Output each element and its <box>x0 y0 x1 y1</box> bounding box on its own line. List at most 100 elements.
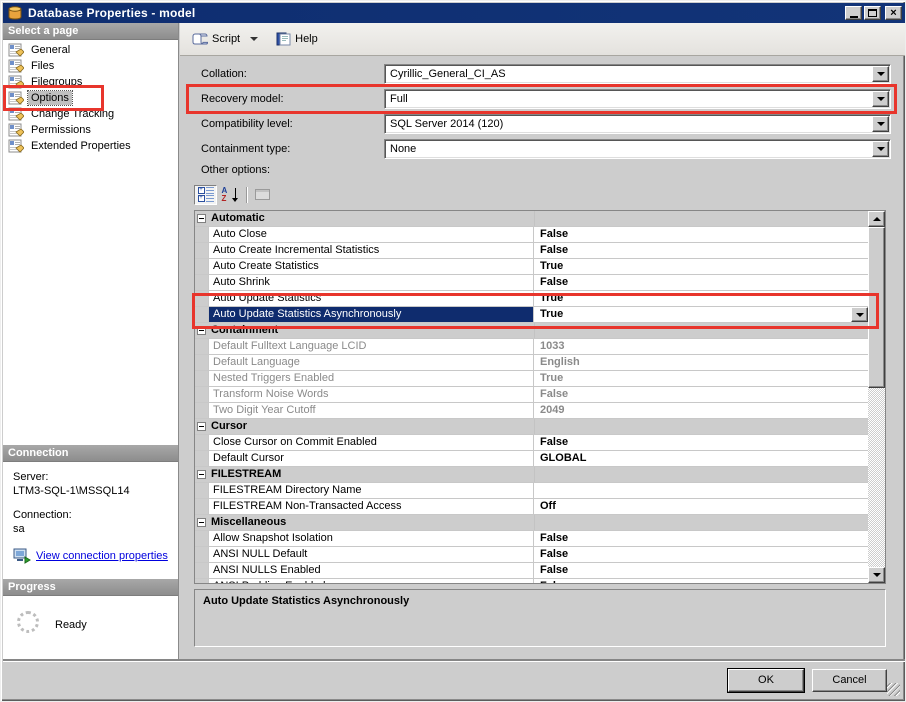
title-bar: Database Properties - model × <box>3 3 905 23</box>
close-button[interactable]: × <box>885 6 902 20</box>
grid-category-cursor[interactable]: Cursor <box>195 419 868 435</box>
property-value: False <box>540 276 569 288</box>
connection-value: sa <box>13 523 25 535</box>
cancel-button[interactable]: Cancel <box>812 669 887 692</box>
row-gutter <box>195 451 209 466</box>
sidebar-item-change-tracking[interactable]: Change Tracking <box>3 106 178 122</box>
property-label: Auto Update Statistics <box>209 291 534 306</box>
collapse-icon[interactable] <box>197 470 206 479</box>
grid-row-auto-create-incremental-statistics[interactable]: Auto Create Incremental Statistics False <box>195 243 868 259</box>
collapse-icon[interactable] <box>197 214 206 223</box>
row-gutter <box>195 275 209 290</box>
grid-row-transform-noise-words[interactable]: Transform Noise Words False <box>195 387 868 403</box>
database-icon <box>8 6 22 20</box>
grid-row-auto-update-statistics-asynchronously[interactable]: Auto Update Statistics Asynchronously Tru… <box>195 307 868 323</box>
maximize-button[interactable] <box>864 6 881 20</box>
row-gutter <box>195 483 209 498</box>
sidebar-item-permissions[interactable]: Permissions <box>3 122 178 138</box>
grid-category-filestream[interactable]: FILESTREAM <box>195 467 868 483</box>
value-dropdown-button[interactable] <box>851 307 868 322</box>
grid-row-filestream-directory-name[interactable]: FILESTREAM Directory Name <box>195 483 868 499</box>
page-icon <box>8 123 25 137</box>
sidebar-item-options[interactable]: Options <box>3 90 178 106</box>
collapse-icon[interactable] <box>197 326 206 335</box>
page-icon <box>8 43 25 57</box>
sidebar-item-label: Extended Properties <box>31 140 131 152</box>
sidebar-item-extended-properties[interactable]: Extended Properties <box>3 138 178 154</box>
property-grid-toolbar: + + A Z <box>194 184 274 205</box>
property-label: Default Language <box>209 355 534 370</box>
grid-row-ansi-nulls-enabled[interactable]: ANSI NULLS Enabled False <box>195 563 868 579</box>
collapse-icon[interactable] <box>197 518 206 527</box>
categorized-icon: + + <box>197 187 214 202</box>
scroll-up-button[interactable] <box>868 211 885 227</box>
view-connection-properties-link[interactable]: View connection properties <box>36 550 168 562</box>
grid-row-nested-triggers-enabled[interactable]: Nested Triggers Enabled True <box>195 371 868 387</box>
category-label: Miscellaneous <box>195 515 535 530</box>
containment-type-dropdown[interactable]: None <box>384 139 891 159</box>
property-label: Default Fulltext Language LCID <box>209 339 534 354</box>
collation-value: Cyrillic_General_CI_AS <box>390 68 506 80</box>
category-label: Automatic <box>195 211 535 226</box>
sidebar-item-general[interactable]: General <box>3 42 178 58</box>
scroll-down-button[interactable] <box>868 567 885 583</box>
grid-row-auto-create-statistics[interactable]: Auto Create Statistics True <box>195 259 868 275</box>
grid-row-close-cursor-on-commit-enabled[interactable]: Close Cursor on Commit Enabled False <box>195 435 868 451</box>
property-label: Auto Close <box>209 227 534 242</box>
dropdown-button[interactable] <box>872 116 889 132</box>
dropdown-button[interactable] <box>872 141 889 157</box>
dropdown-button[interactable] <box>872 66 889 82</box>
server-value: LTM3-SQL-1\MSSQL14 <box>13 485 130 497</box>
minimize-button[interactable] <box>845 6 862 20</box>
arrow-down-icon <box>872 573 881 577</box>
property-label: FILESTREAM Non-Transacted Access <box>209 499 534 514</box>
containment-type-label: Containment type: <box>201 143 291 155</box>
page-icon <box>8 107 25 121</box>
property-label: Auto Update Statistics Asynchronously <box>209 307 534 322</box>
script-button[interactable]: Script <box>188 30 244 48</box>
collation-dropdown[interactable]: Cyrillic_General_CI_AS <box>384 64 891 84</box>
grid-row-default-language[interactable]: Default Language English <box>195 355 868 371</box>
progress-spinner-icon <box>17 611 39 633</box>
resize-grip[interactable] <box>887 683 900 696</box>
grid-row-ansi-null-default[interactable]: ANSI NULL Default False <box>195 547 868 563</box>
property-value: True <box>540 372 564 384</box>
property-value: False <box>534 579 868 583</box>
ok-button[interactable]: OK <box>727 668 805 693</box>
recovery-model-dropdown[interactable]: Full <box>384 89 891 109</box>
property-label: Allow Snapshot Isolation <box>209 531 534 546</box>
grid-row-auto-close[interactable]: Auto Close False <box>195 227 868 243</box>
grid-row-auto-update-statistics[interactable]: Auto Update Statistics True <box>195 291 868 307</box>
grid-row-allow-snapshot-isolation[interactable]: Allow Snapshot Isolation False <box>195 531 868 547</box>
categorized-view-button[interactable]: + + <box>194 184 217 205</box>
chevron-down-icon <box>250 37 259 41</box>
row-gutter <box>195 403 209 418</box>
vertical-scrollbar[interactable] <box>868 211 885 583</box>
property-value <box>534 483 868 498</box>
grid-row-default-cursor[interactable]: Default Cursor GLOBAL <box>195 451 868 467</box>
grid-row-filestream-non-transacted-access[interactable]: FILESTREAM Non-Transacted Access Off <box>195 499 868 515</box>
grid-row-ansi-padding-enabled[interactable]: ANSI Padding EnabledFalse <box>195 579 868 583</box>
grid-row-two-digit-year-cutoff[interactable]: Two Digit Year Cutoff 2049 <box>195 403 868 419</box>
grid-category-containment[interactable]: Containment <box>195 323 868 339</box>
help-button[interactable]: Help <box>272 30 322 48</box>
grid-category-automatic[interactable]: Automatic <box>195 211 868 227</box>
sidebar-item-files[interactable]: Files <box>3 58 178 74</box>
scrollbar-thumb[interactable] <box>868 227 885 388</box>
property-label: Transform Noise Words <box>209 387 534 402</box>
grid-row-default-fulltext-language-lcid[interactable]: Default Fulltext Language LCID 1033 <box>195 339 868 355</box>
window-title: Database Properties - model <box>28 6 196 20</box>
recovery-model-label: Recovery model: <box>201 93 284 105</box>
grid-row-auto-shrink[interactable]: Auto Shrink False <box>195 275 868 291</box>
script-dropdown-button[interactable] <box>244 35 262 43</box>
sidebar-item-filegroups[interactable]: Filegroups <box>3 74 178 90</box>
dropdown-button[interactable] <box>872 91 889 107</box>
compatibility-level-dropdown[interactable]: SQL Server 2014 (120) <box>384 114 891 134</box>
sidebar-item-label: General <box>31 44 71 56</box>
compatibility-level-value: SQL Server 2014 (120) <box>390 118 504 130</box>
connection-section: Connection Server: LTM3-SQL-1\MSSQL14 Co… <box>3 445 178 564</box>
grid-category-miscellaneous[interactable]: Miscellaneous <box>195 515 868 531</box>
alphabetical-sort-button[interactable]: A Z <box>217 185 240 205</box>
row-gutter <box>195 499 209 514</box>
collapse-icon[interactable] <box>197 422 206 431</box>
